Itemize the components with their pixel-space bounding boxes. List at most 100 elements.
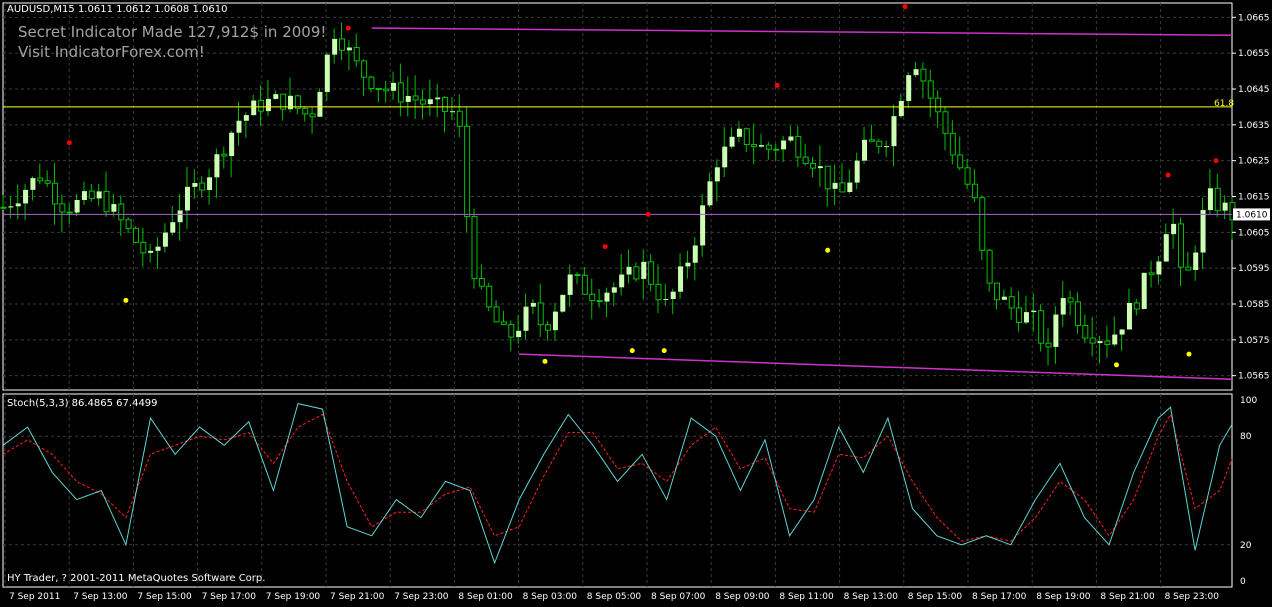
candle-body-bull bbox=[184, 186, 190, 211]
candle-body-bull bbox=[1031, 310, 1037, 313]
candle-body-bear bbox=[375, 87, 382, 90]
price-axis-label: 1.0585 bbox=[1238, 300, 1270, 310]
candle-body-bull bbox=[516, 330, 522, 338]
candle-body-bear bbox=[1008, 296, 1015, 309]
candle-body-bull bbox=[906, 75, 912, 101]
candle-body-bull bbox=[324, 54, 330, 92]
candle-body-bear bbox=[88, 190, 95, 199]
candle-body-bull bbox=[96, 191, 102, 199]
candle-body-bull bbox=[1163, 234, 1169, 262]
candle-body-bear bbox=[537, 302, 544, 326]
current-price-label: 1.0610 bbox=[1236, 210, 1268, 220]
candle-body-bear bbox=[37, 177, 44, 182]
candle-body-bear bbox=[802, 156, 809, 164]
candle-body-bull bbox=[1193, 252, 1199, 270]
candle-body-bull bbox=[170, 222, 176, 233]
candle-body-bear bbox=[810, 162, 817, 169]
candle-body-bull bbox=[1141, 272, 1147, 309]
fractal-up-marker bbox=[345, 25, 351, 31]
candle-body-bear bbox=[633, 266, 640, 280]
candle-body-bear bbox=[59, 203, 66, 213]
time-axis-label: 7 Sep 15:00 bbox=[137, 592, 192, 602]
price-axis-label: 1.0665 bbox=[1238, 13, 1270, 23]
time-axis-label: 8 Sep 07:00 bbox=[651, 592, 706, 602]
fractal-down-marker bbox=[629, 348, 635, 354]
candle-body-bull bbox=[1053, 314, 1059, 347]
fractal-up-marker bbox=[1165, 172, 1171, 178]
candle-body-bull bbox=[530, 302, 536, 307]
candle-body-bull bbox=[346, 47, 352, 51]
candle-body-bull bbox=[30, 178, 36, 190]
candle-body-bull bbox=[722, 146, 728, 168]
time-axis-label: 8 Sep 09:00 bbox=[715, 592, 770, 602]
candle-body-bull bbox=[604, 292, 610, 302]
candle-body-bear bbox=[508, 323, 515, 338]
candle-body-bear bbox=[464, 125, 471, 218]
candle-body-bear bbox=[1082, 325, 1089, 339]
time-axis-label: 7 Sep 13:00 bbox=[73, 592, 128, 602]
fractal-down-marker bbox=[825, 247, 831, 253]
candle-body-bull bbox=[707, 181, 713, 206]
candle-body-bull bbox=[317, 91, 323, 117]
candle-body-bear bbox=[140, 241, 147, 254]
fib-level-label: 61.8 bbox=[1214, 99, 1235, 109]
time-axis-label: 7 Sep 2011 bbox=[9, 592, 60, 602]
candle-body-bear bbox=[655, 283, 662, 301]
candle-body-bull bbox=[332, 38, 338, 55]
candle-body-bull bbox=[891, 116, 897, 147]
time-axis-label: 8 Sep 15:00 bbox=[908, 592, 963, 602]
candle-body-bull bbox=[700, 205, 706, 246]
candle-body-bull bbox=[714, 167, 720, 182]
candle-body-bear bbox=[1045, 342, 1052, 348]
candle-body-bear bbox=[1177, 223, 1184, 268]
candle-body-bull bbox=[192, 183, 198, 187]
candle-body-bear bbox=[339, 38, 346, 51]
time-axis-label: 8 Sep 01:00 bbox=[458, 592, 513, 602]
candle-body-bear bbox=[383, 88, 390, 92]
candle-body-bear bbox=[0, 206, 7, 209]
candle-body-bear bbox=[824, 165, 831, 190]
time-axis-label: 7 Sep 21:00 bbox=[330, 592, 385, 602]
candle-body-bull bbox=[81, 191, 87, 201]
candle-body-bull bbox=[265, 98, 271, 112]
candle-body-bear bbox=[1089, 337, 1096, 344]
price-axis-label: 1.0615 bbox=[1238, 193, 1270, 203]
candle-body-bull bbox=[619, 274, 625, 288]
candle-body-bull bbox=[177, 210, 183, 223]
candle-body-bull bbox=[1126, 302, 1132, 330]
candle-body-bull bbox=[729, 136, 735, 147]
fractal-up-marker bbox=[774, 82, 780, 88]
candle-body-bull bbox=[832, 182, 838, 189]
candle-body-bull bbox=[229, 132, 235, 156]
candle-body-bear bbox=[773, 148, 780, 151]
candle-body-bear bbox=[478, 278, 485, 287]
chart-canvas[interactable]: 1.0610 1.0665 1.0655 1.0645 1.0635 1.0625 1.0… bbox=[0, 0, 1272, 603]
stoch-axis-label: 0 bbox=[1240, 577, 1246, 587]
candle-body-bear bbox=[125, 219, 132, 229]
candle-body-bear bbox=[581, 274, 588, 295]
candle-body-bear bbox=[935, 97, 942, 113]
candle-body-bear bbox=[353, 47, 360, 62]
candle-body-bull bbox=[8, 206, 14, 208]
advert-text-line-2: Visit IndicatorForex.com! bbox=[18, 43, 205, 61]
candle-body-bull bbox=[678, 266, 684, 292]
candle-body-bull bbox=[1171, 223, 1177, 235]
candle-body-bear bbox=[1074, 301, 1081, 327]
candle-body-bull bbox=[913, 69, 919, 76]
candle-body-bear bbox=[302, 107, 309, 115]
time-axis-label: 8 Sep 19:00 bbox=[1036, 592, 1091, 602]
candle-body-bear bbox=[795, 135, 802, 158]
time-axis-label: 8 Sep 03:00 bbox=[523, 592, 578, 602]
stochastic-label: Stoch(5,3,3) 86.4865 67.4499 bbox=[7, 398, 158, 409]
candle-body-bear bbox=[412, 95, 419, 101]
candle-body-bear bbox=[994, 282, 1001, 301]
candle-body-bull bbox=[74, 200, 80, 213]
candle-body-bull bbox=[685, 262, 691, 267]
candle-body-bear bbox=[743, 128, 750, 146]
candle-body-bull bbox=[1060, 298, 1066, 315]
candle-body-bull bbox=[759, 145, 765, 147]
price-axis-label: 1.0645 bbox=[1238, 85, 1270, 95]
candle-body-bear bbox=[368, 76, 375, 89]
candle-body-bull bbox=[435, 97, 441, 100]
candle-body-bull bbox=[1023, 312, 1029, 323]
